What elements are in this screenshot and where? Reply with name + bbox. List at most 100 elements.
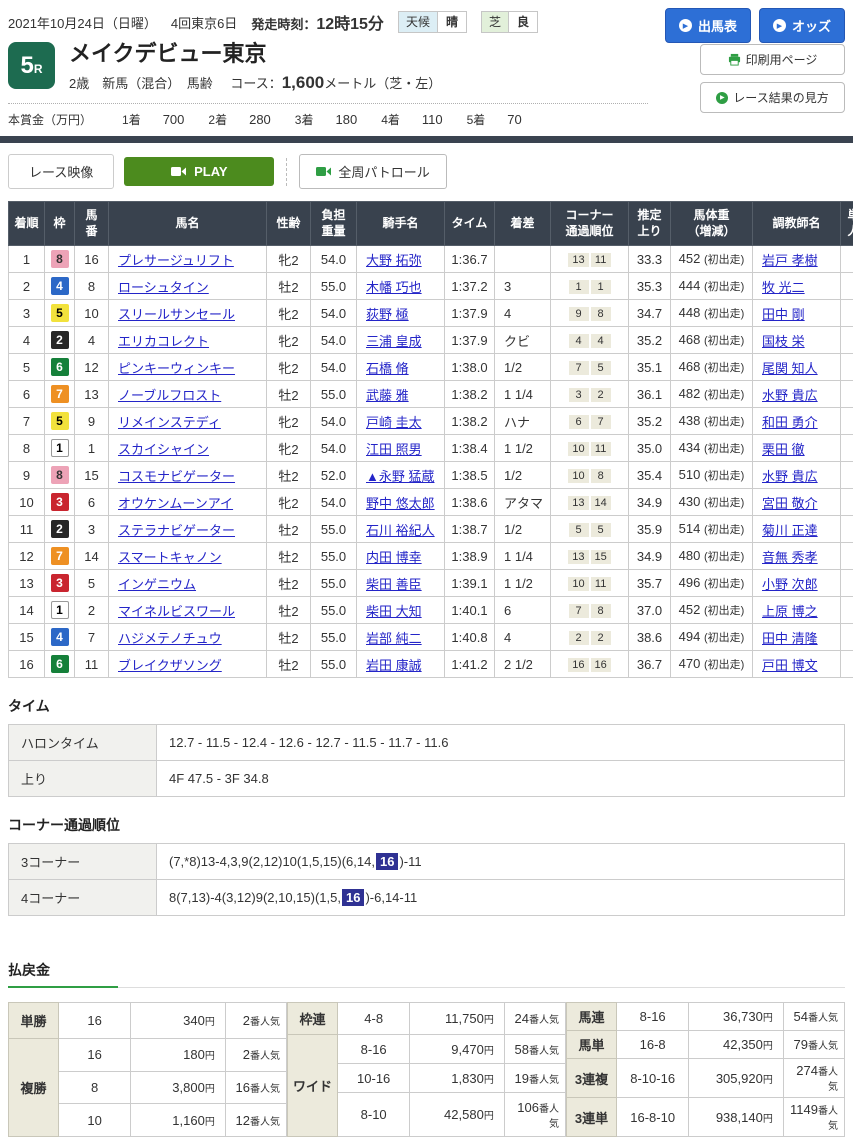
finish-position: 9 bbox=[9, 462, 45, 489]
sex-age: 牡2 bbox=[267, 516, 311, 543]
race-video-button[interactable]: レース映像 bbox=[8, 154, 114, 189]
horse-link[interactable]: エリカコレクト bbox=[118, 334, 209, 349]
column-header: 騎手名 bbox=[357, 202, 445, 246]
trainer-link[interactable]: 上原 博之 bbox=[762, 604, 818, 619]
horse-link[interactable]: ブレイクザソング bbox=[118, 658, 222, 673]
results-guide-button[interactable]: ▶ レース結果の見方 bbox=[700, 82, 845, 113]
trainer-link[interactable]: 水野 貴広 bbox=[762, 469, 818, 484]
jockey-link[interactable]: 柴田 善臣 bbox=[366, 577, 422, 592]
trainer-link[interactable]: 水野 貴広 bbox=[762, 388, 818, 403]
margin: 2 1/2 bbox=[495, 651, 551, 678]
horse-name-cell: ブレイクザソング bbox=[109, 651, 267, 678]
horse-link[interactable]: ステラナビゲーター bbox=[118, 523, 235, 538]
horse-number: 16 bbox=[75, 246, 109, 273]
trainer-link[interactable]: 和田 勇介 bbox=[762, 415, 818, 430]
horse-link[interactable]: ローシュタイン bbox=[118, 280, 209, 295]
horse-link[interactable]: ノーブルフロスト bbox=[118, 388, 221, 403]
jockey-link[interactable]: 岩田 康誠 bbox=[366, 658, 422, 673]
sex-age: 牝2 bbox=[267, 408, 311, 435]
print-page-button[interactable]: 印刷用ページ bbox=[700, 44, 845, 75]
jockey-link[interactable]: 岩部 純二 bbox=[366, 631, 422, 646]
jockey-link[interactable]: 荻野 極 bbox=[366, 307, 409, 322]
trainer-link[interactable]: 牧 光二 bbox=[762, 280, 805, 295]
entries-button[interactable]: ▶ 出馬表 bbox=[665, 8, 751, 43]
win-favorite-rank: 8 bbox=[841, 570, 853, 597]
arrow-circle-icon: ▶ bbox=[773, 19, 786, 32]
jockey-link[interactable]: 戸崎 圭太 bbox=[366, 415, 422, 430]
jockey-link[interactable]: 石川 裕紀人 bbox=[366, 523, 435, 538]
trainer-link[interactable]: 戸田 博文 bbox=[762, 658, 818, 673]
win-favorite-rank: 2 bbox=[841, 246, 853, 273]
trainer-link[interactable]: 宮田 敬介 bbox=[762, 496, 818, 511]
trainer-link[interactable]: 国枝 栄 bbox=[762, 334, 805, 349]
horse-link[interactable]: スマートキャノン bbox=[118, 550, 222, 565]
jockey-link[interactable]: 石橋 脩 bbox=[366, 361, 409, 376]
table-row: 3連単 16-8-10 938,140円 1149番人気 bbox=[567, 1098, 845, 1137]
trainer-link[interactable]: 田中 剛 bbox=[762, 307, 805, 322]
column-header: 着差 bbox=[495, 202, 551, 246]
jockey-link[interactable]: 江田 照男 bbox=[366, 442, 422, 457]
win-favorite-rank: 12 bbox=[841, 300, 853, 327]
horse-link[interactable]: オウケンムーンアイ bbox=[118, 496, 233, 511]
jockey-link[interactable]: 三浦 皇成 bbox=[366, 334, 422, 349]
jockey-link[interactable]: 木幡 巧也 bbox=[366, 280, 422, 295]
horse-link[interactable]: マイネルビスワール bbox=[118, 604, 235, 619]
trainer-link[interactable]: 音無 秀孝 bbox=[762, 550, 818, 565]
results-header-row: 着順枠馬 番馬名性齢負担 重量騎手名タイム着差コーナー 通過順位推定 上り馬体重… bbox=[9, 202, 853, 246]
arrow-circle-icon: ▶ bbox=[716, 92, 728, 104]
horse-number: 8 bbox=[75, 273, 109, 300]
body-weight: 514 (初出走) bbox=[671, 516, 753, 543]
finish-position: 16 bbox=[9, 651, 45, 678]
jockey-link[interactable]: 大野 拓弥 bbox=[366, 253, 422, 268]
jockey-link[interactable]: 内田 博幸 bbox=[366, 550, 422, 565]
finish-position: 12 bbox=[9, 543, 45, 570]
horse-number: 5 bbox=[75, 570, 109, 597]
jockey-cell: 石橋 脩 bbox=[357, 354, 445, 381]
play-button[interactable]: PLAY bbox=[124, 157, 274, 186]
trainer-link[interactable]: 栗田 徹 bbox=[762, 442, 805, 457]
horse-link[interactable]: スカイシャイン bbox=[118, 442, 209, 457]
horse-link[interactable]: インゲニウム bbox=[118, 577, 196, 592]
win-favorite-rank: 7 bbox=[841, 381, 853, 408]
trainer-cell: 菊川 正達 bbox=[753, 516, 841, 543]
horse-link[interactable]: スリールサンセール bbox=[118, 307, 235, 322]
patrol-video-button[interactable]: 全周パトロール bbox=[299, 154, 446, 189]
corner-positions: 1311 bbox=[551, 246, 629, 273]
sex-age: 牡2 bbox=[267, 570, 311, 597]
carried-weight: 54.0 bbox=[311, 489, 357, 516]
trainer-link[interactable]: 田中 清隆 bbox=[762, 631, 818, 646]
carried-weight: 55.0 bbox=[311, 597, 357, 624]
frame-cell: 6 bbox=[45, 651, 75, 678]
frame-cell: 4 bbox=[45, 273, 75, 300]
horse-link[interactable]: ハジメテノチュウ bbox=[118, 631, 222, 646]
jockey-link[interactable]: 柴田 大知 bbox=[366, 604, 422, 619]
margin: ハナ bbox=[495, 408, 551, 435]
table-row: 4 2 4 エリカコレクト 牝2 54.0 三浦 皇成 1:37.9 クビ 44… bbox=[9, 327, 853, 354]
jockey-link[interactable]: ▲永野 猛蔵 bbox=[366, 469, 434, 484]
odds-button[interactable]: ▶ オッズ bbox=[759, 8, 845, 43]
trainer-link[interactable]: 岩戸 孝樹 bbox=[762, 253, 818, 268]
trainer-link[interactable]: 菊川 正達 bbox=[762, 523, 818, 538]
margin: 1 1/2 bbox=[495, 570, 551, 597]
race-title-block: メイクデビュー東京 2歳 新馬（混合） 馬齢 コース：1,600メートル（芝・左… bbox=[69, 42, 441, 93]
horse-link[interactable]: リメインステディ bbox=[118, 415, 221, 430]
horse-name-cell: ローシュタイン bbox=[109, 273, 267, 300]
vertical-divider bbox=[286, 158, 287, 186]
horse-number: 3 bbox=[75, 516, 109, 543]
finish-time: 1:38.6 bbox=[445, 489, 495, 516]
frame-badge: 3 bbox=[51, 493, 69, 511]
jockey-link[interactable]: 武藤 雅 bbox=[366, 388, 409, 403]
video-camera-icon bbox=[316, 166, 331, 177]
trainer-link[interactable]: 小野 次郎 bbox=[762, 577, 818, 592]
jockey-link[interactable]: 野中 悠太郎 bbox=[366, 496, 435, 511]
trainer-cell: 国枝 栄 bbox=[753, 327, 841, 354]
finish-position: 1 bbox=[9, 246, 45, 273]
sex-age: 牝2 bbox=[267, 489, 311, 516]
horse-number: 11 bbox=[75, 651, 109, 678]
finish-position: 14 bbox=[9, 597, 45, 624]
corner-positions: 1314 bbox=[551, 489, 629, 516]
trainer-link[interactable]: 尾関 知人 bbox=[762, 361, 818, 376]
horse-link[interactable]: ピンキーウィンキー bbox=[118, 361, 235, 376]
horse-link[interactable]: コスモナビゲーター bbox=[118, 469, 235, 484]
horse-link[interactable]: プレサージュリフト bbox=[118, 253, 234, 268]
